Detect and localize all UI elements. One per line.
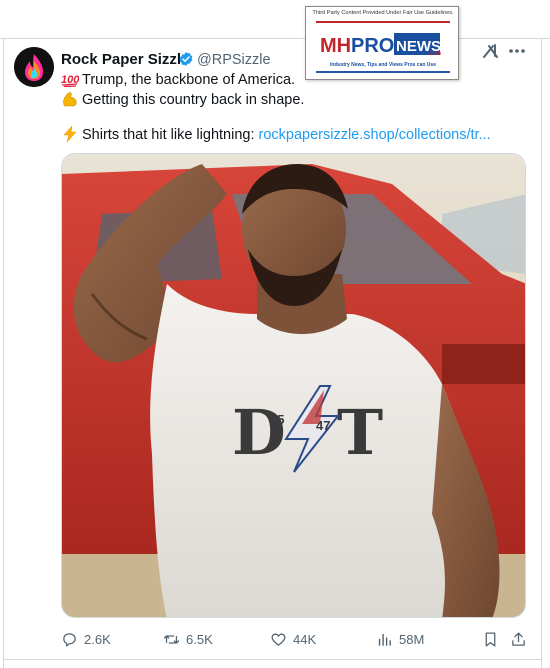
hundred-points-icon: 100: [61, 74, 79, 87]
lightning-icon: [63, 126, 77, 142]
shirt-number-left: 45: [270, 412, 284, 427]
watermark-blue-rule: [316, 71, 450, 73]
repost-count: 6.5K: [186, 631, 213, 647]
tweet-line-1: 100 Trump, the backbone of America.: [61, 71, 295, 88]
shop-link[interactable]: rockpapersizzle.shop/collections/tr...: [259, 127, 491, 143]
views-button[interactable]: 58M: [376, 629, 424, 649]
like-count: 44K: [293, 631, 317, 647]
truck-panel: [442, 344, 525, 384]
like-button[interactable]: 44K: [270, 629, 316, 649]
share-button[interactable]: [510, 629, 533, 649]
author-name[interactable]: Rock Paper Sizzle: [61, 51, 189, 68]
heart-icon: [271, 633, 286, 646]
shirt-letter-left: D: [232, 396, 286, 469]
reply-count: 2.6K: [84, 631, 111, 647]
repost-icon: [163, 634, 180, 644]
verified-badge-icon: [179, 52, 193, 66]
watermark-tagline: Industry News, Tips and Views Pros can U…: [330, 62, 436, 68]
tweet-border-left: [3, 38, 4, 668]
tweet-line-2: Getting this country back in shape.: [61, 91, 304, 108]
author-handle[interactable]: @RPSizzle: [197, 52, 271, 68]
tweet-line-3: Shirts that hit like lightning: rockpape…: [61, 126, 491, 143]
more-options-icon[interactable]: [506, 44, 528, 58]
tweet-line-3-text: Shirts that hit like lightning:: [82, 127, 259, 143]
mhpronews-watermark: Third Party Content Provided Under Fair …: [305, 6, 459, 80]
reply-button[interactable]: 2.6K: [61, 629, 111, 649]
share-icon: [512, 631, 525, 646]
tweet-photo[interactable]: D T 45 47: [61, 153, 526, 618]
flame-logo-icon: [14, 47, 54, 87]
watermark-red-rule: [316, 21, 450, 23]
tweet-border-top: [0, 38, 550, 39]
view-count: 58M: [399, 631, 425, 647]
tweet-border-bottom: [3, 659, 542, 660]
fair-use-notice: Third Party Content Provided Under Fair …: [312, 10, 454, 16]
tweet-line-2-text: Getting this country back in shape.: [82, 92, 305, 108]
tweet-border-right: [541, 38, 542, 668]
bookmark-icon: [485, 631, 496, 647]
bookmark-button[interactable]: [482, 629, 505, 649]
flexed-biceps-icon: [63, 92, 77, 107]
logo-pro: PRO: [351, 35, 394, 57]
shirt-number-right: 47: [316, 418, 330, 433]
grok-icon[interactable]: [482, 42, 500, 60]
reply-icon: [63, 632, 76, 647]
views-chart-icon: [378, 633, 391, 646]
repost-button[interactable]: 6.5K: [163, 629, 213, 649]
author-avatar[interactable]: [14, 47, 54, 87]
tweet-line-1-text: Trump, the backbone of America.: [82, 72, 296, 88]
photo-man-in-shirt: D T 45 47: [62, 154, 525, 617]
logo-com: .com: [428, 51, 441, 57]
shirt-letter-right: T: [337, 396, 383, 469]
mhpronews-logo: MH PRO NEWS .com: [320, 33, 441, 57]
logo-mh: MH: [320, 35, 351, 57]
